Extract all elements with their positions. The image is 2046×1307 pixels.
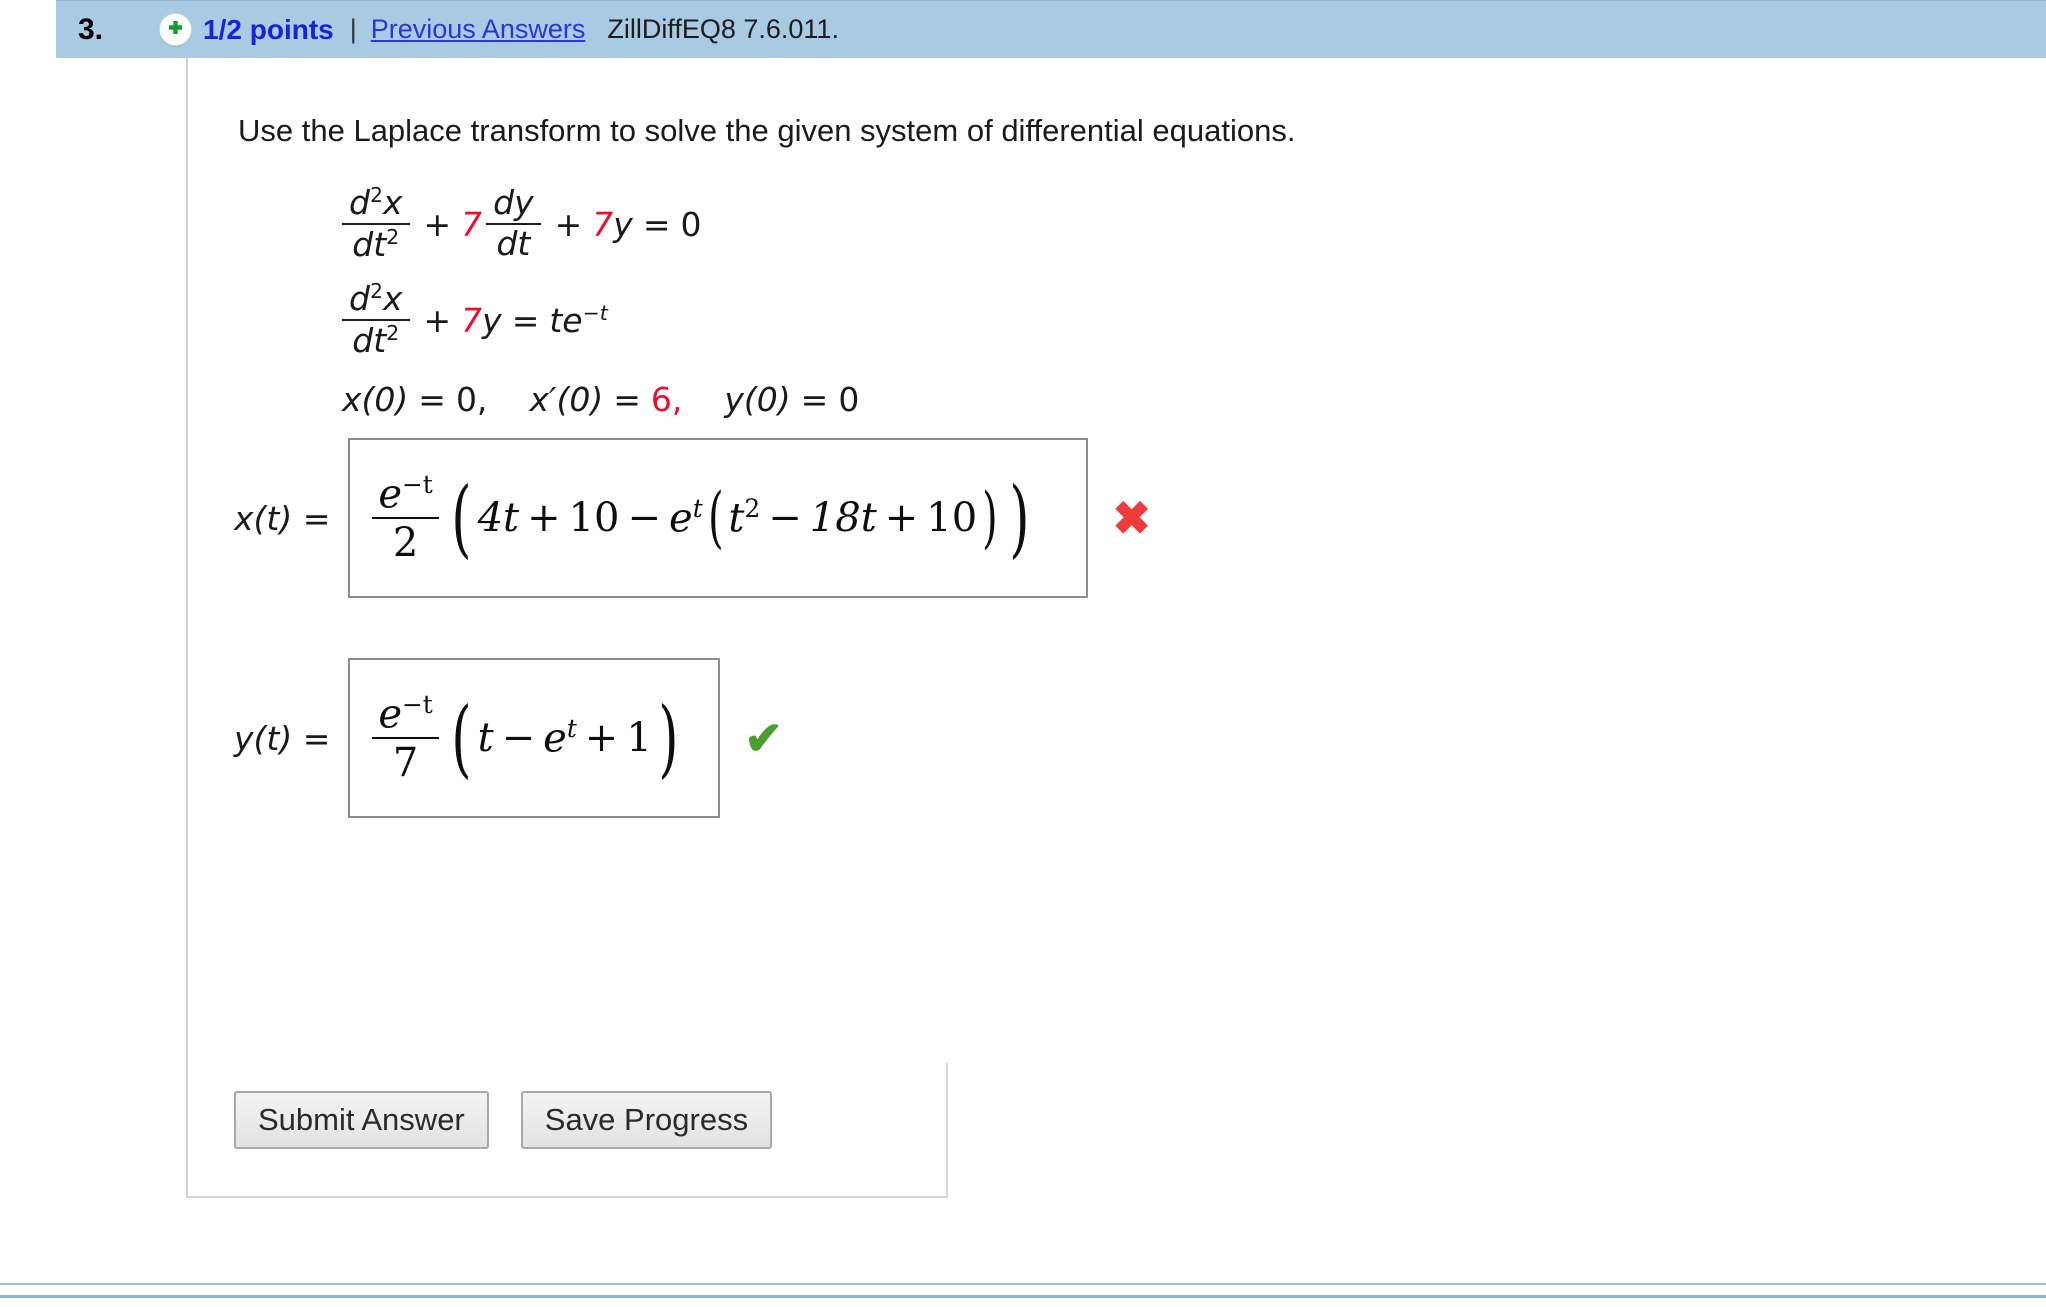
bottom-divider [0, 1283, 2046, 1298]
ic-x0-lhs: x(0) [342, 380, 409, 419]
open-paren-inner: ( [707, 479, 724, 557]
equation-system: d2x dt2 + 7 dy dt + 7y = 0 d2x dt2 + 7 y… [338, 176, 859, 419]
fraction-d2x-dt2: d2x dt2 [342, 183, 410, 265]
ic-equals-1: = [418, 380, 446, 419]
problem-prompt: Use the Laplace transform to solve the g… [238, 113, 1296, 148]
close-paren-inner: ) [982, 479, 998, 557]
variable-y: y [613, 204, 633, 244]
question-header-bar: 3. 1/2 points | Previous Answers ZillDif… [56, 0, 2046, 58]
question-page: 3. 1/2 points | Previous Answers ZillDif… [0, 0, 2046, 1307]
coefficient-7c: 7 [461, 300, 483, 340]
operator-plus: + [423, 204, 452, 244]
term-e: et [669, 494, 703, 542]
operator-minus: − [627, 494, 662, 541]
ic-xprime0-value: 6, [650, 380, 683, 419]
term-18t: 18t [809, 494, 877, 541]
fraction-denominator: dt [496, 224, 531, 263]
question-body: Use the Laplace transform to solve the g… [186, 58, 2046, 1198]
answer-label-x: x(t) = [234, 498, 331, 538]
plus-circle-icon[interactable] [159, 13, 193, 46]
previous-answers-link[interactable]: Previous Answers [371, 14, 586, 45]
fraction-denominator: 2 [392, 520, 419, 567]
fraction-d2x-dt2: d2x dt2 [342, 279, 410, 361]
equation1-rhs: 0 [680, 204, 702, 244]
operator-plus: + [554, 204, 583, 244]
equals-sign: = [511, 300, 540, 340]
answer-expression-y: e−t 7 ( t − et + 1 ) [372, 688, 684, 787]
open-paren-outer: ( [451, 468, 472, 567]
status-badge-correct: ✔ [744, 712, 783, 764]
fraction-numerator: e−t [372, 691, 439, 740]
fraction-denominator: dt2 [352, 321, 400, 360]
question-number: 3. [78, 12, 104, 46]
coefficient-7b: 7 [592, 204, 614, 244]
equals-sign: = [642, 204, 671, 244]
ic-equals-3: = [800, 380, 829, 419]
operator-plus: + [423, 300, 452, 340]
operator-minus: − [501, 714, 536, 761]
status-badge-incorrect: ✖ [1112, 492, 1151, 544]
initial-conditions: x(0) = 0, x′(0) = 6, y(0) = 0 [342, 380, 859, 419]
answer-input-y[interactable]: e−t 7 ( t − et + 1 ) [348, 658, 721, 818]
fraction-e-over-2: e−t 2 [372, 471, 439, 567]
button-panel: Submit Answer Save Progress [188, 1063, 948, 1198]
header-separator: | [349, 14, 357, 44]
ic-y0-lhs: y(0) [724, 380, 791, 419]
left-gutter [0, 0, 56, 1307]
fraction-e-over-7: e−t 7 [372, 691, 439, 787]
operator-plus: + [527, 494, 561, 541]
answer-expression-x: e−t 2 ( 4t + 10 − et ( t2 − 18t + 10 )) [372, 468, 1035, 567]
term-1: 1 [626, 714, 652, 761]
fraction-numerator: e−t [372, 471, 439, 520]
ic-xprime0-lhs: x′(0) [529, 380, 604, 419]
open-paren: ( [451, 688, 472, 787]
coefficient-7a: 7 [461, 204, 483, 244]
button-row: Submit Answer Save Progress [234, 1091, 773, 1149]
answer-row-x: x(t) = e−t 2 ( 4t + 10 − et ( t2 − 18t +… [234, 438, 1151, 598]
operator-plus: + [584, 714, 619, 761]
variable-y: y [482, 300, 502, 340]
fraction-dy-dt: dy dt [486, 184, 541, 264]
fraction-numerator: d2x [342, 279, 410, 321]
operator-minus-inner: − [768, 494, 802, 541]
fraction-numerator: dy [486, 184, 541, 225]
term-e: et [543, 714, 577, 762]
operator-plus-inner: + [884, 494, 919, 541]
ic-x0-value: 0, [455, 380, 488, 419]
term-t-squared: t2 [728, 494, 761, 542]
question-code: ZillDiffEQ8 7.6.011. [607, 14, 839, 44]
ic-equals-2: = [613, 380, 641, 419]
points-label: 1/2 points [203, 13, 334, 45]
equation-1: d2x dt2 + 7 dy dt + 7y = 0 [338, 176, 859, 272]
exponent-minus-t: −t [582, 300, 608, 325]
term-t: t [477, 714, 494, 761]
term-10-inner: 10 [926, 494, 978, 541]
ic-y0-value: 0 [838, 380, 860, 419]
close-paren-outer: ) [1009, 468, 1030, 567]
submit-answer-button[interactable]: Submit Answer [234, 1091, 489, 1149]
equation2-rhs: te−t [549, 300, 608, 340]
answer-input-x[interactable]: e−t 2 ( 4t + 10 − et ( t2 − 18t + 10 )) [348, 438, 1089, 598]
fraction-denominator: dt2 [352, 225, 400, 264]
close-paren: ) [657, 688, 679, 787]
equation-2: d2x dt2 + 7y = te−t [338, 272, 859, 368]
term-10: 10 [568, 494, 620, 541]
answer-row-y: y(t) = e−t 7 ( t − et + 1 ) ✔ [234, 658, 783, 818]
save-progress-button[interactable]: Save Progress [520, 1091, 773, 1149]
fraction-denominator: 7 [392, 740, 419, 787]
fraction-numerator: d2x [342, 183, 410, 225]
term-4t: 4t [477, 494, 520, 541]
answer-label-y: y(t) = [234, 718, 331, 758]
